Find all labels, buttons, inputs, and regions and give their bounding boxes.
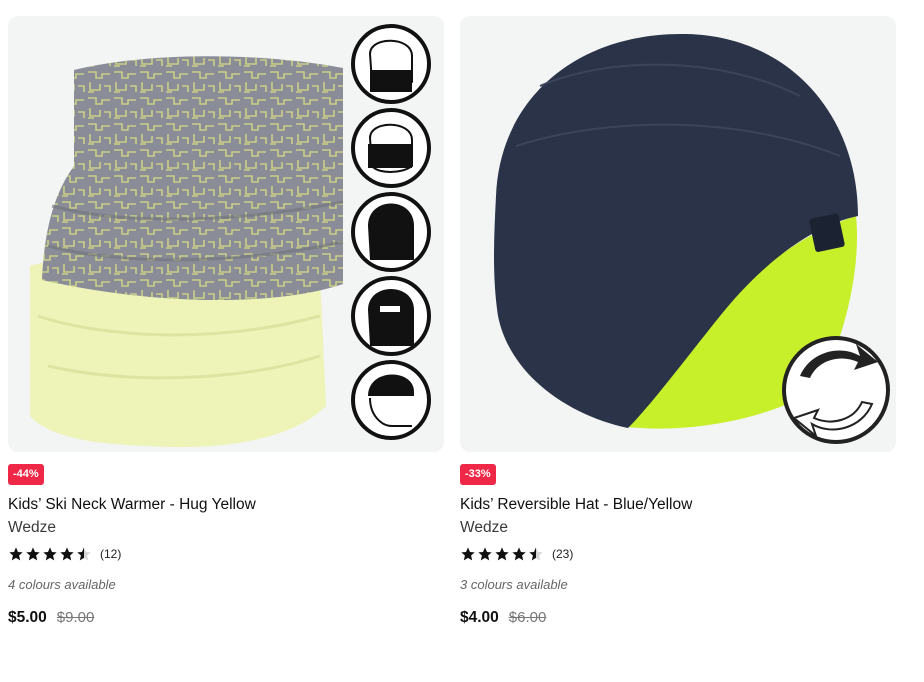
rating-stars [8, 546, 92, 562]
review-count[interactable]: (12) [100, 547, 121, 561]
neck-warmer-illustration [30, 24, 431, 448]
old-price: $9.00 [56, 609, 95, 626]
half-star-icon [77, 547, 91, 561]
product-brand: Wedze [460, 519, 508, 536]
product-rating: (23) [460, 545, 896, 563]
colours-available: 3 colours available [460, 577, 568, 592]
product-title[interactable]: Kids’ Ski Neck Warmer - Hug Yellow [8, 495, 444, 515]
reversible-hat-illustration [494, 33, 890, 444]
product-rating: (12) [8, 545, 444, 563]
wearing-style-icon [351, 24, 431, 104]
old-price: $6.00 [508, 609, 547, 626]
wearing-style-icon [351, 276, 431, 356]
star-icon [495, 547, 509, 561]
star-icon [9, 547, 23, 561]
product-title[interactable]: Kids’ Reversible Hat - Blue/Yellow [460, 495, 896, 515]
colours-available: 4 colours available [8, 577, 116, 592]
product-image-neck-warmer[interactable] [8, 16, 444, 452]
product-card-reversible-hat[interactable]: -33% Kids’ Reversible Hat - Blue/Yellow … [460, 16, 896, 627]
star-icon [60, 547, 74, 561]
discount-badge: -44% [8, 464, 44, 485]
product-brand: Wedze [8, 519, 56, 536]
star-icon [461, 547, 475, 561]
star-icon [26, 547, 40, 561]
reversible-arrows-icon [782, 336, 890, 444]
wearing-style-icon [351, 108, 431, 188]
price-row: $5.00 $9.00 [8, 609, 444, 627]
wearing-style-icon [351, 192, 431, 272]
discount-badge: -33% [460, 464, 496, 485]
star-icon [478, 547, 492, 561]
product-image-reversible-hat[interactable] [460, 16, 896, 452]
current-price: $5.00 [8, 609, 47, 626]
rating-stars [460, 546, 544, 562]
half-star-icon [529, 547, 543, 561]
wearing-style-icon [351, 360, 431, 440]
review-count[interactable]: (23) [552, 547, 573, 561]
price-row: $4.00 $6.00 [460, 609, 896, 627]
product-grid: -44% Kids’ Ski Neck Warmer - Hug Yellow … [0, 0, 924, 682]
star-icon [512, 547, 526, 561]
product-card-neck-warmer[interactable]: -44% Kids’ Ski Neck Warmer - Hug Yellow … [8, 16, 444, 627]
star-icon [43, 547, 57, 561]
current-price: $4.00 [460, 609, 499, 626]
